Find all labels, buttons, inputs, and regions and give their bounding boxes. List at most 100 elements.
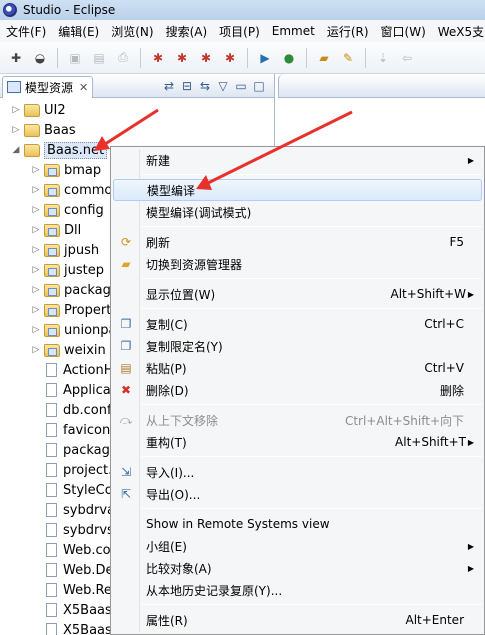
- tree-item-label: Propert: [64, 302, 112, 318]
- menu-item-delete[interactable]: ✖ 删除(D) 删除: [113, 379, 482, 401]
- menu-item[interactable]: WeX5支: [432, 23, 485, 40]
- folder-icon: [44, 203, 60, 217]
- toolbar-separator: [140, 47, 141, 68]
- menu-item[interactable]: Emmet: [266, 24, 321, 38]
- back-icon[interactable]: ⇦: [398, 49, 416, 67]
- menu-item-properties[interactable]: 属性(R) Alt+Enter: [113, 609, 482, 631]
- run-icon[interactable]: ◒: [31, 49, 49, 67]
- menu-item[interactable]: 窗口(W): [375, 23, 432, 40]
- menu-item-team[interactable]: 小组(E) ▶: [113, 535, 482, 557]
- tree-item-label: favicon.: [63, 422, 115, 438]
- menu-item-label: Show in Remote Systems view: [146, 517, 330, 531]
- remove-context-icon: ⤼: [119, 412, 133, 427]
- folder-icon: [44, 163, 60, 177]
- expand-arrow-icon[interactable]: ▷: [30, 225, 42, 235]
- expand-arrow-icon[interactable]: ▷: [30, 165, 42, 175]
- menu-item-compare-with[interactable]: 比较对象(A) ▶: [113, 557, 482, 579]
- menu-item-new[interactable]: 新建 ▶: [113, 149, 482, 171]
- menu-item-switch-to-explorer[interactable]: ▰ 切换到资源管理器: [113, 253, 482, 275]
- menu-item-show-in-remote-systems[interactable]: Show in Remote Systems view: [113, 513, 482, 535]
- menu-item-label: 刷新: [146, 235, 171, 250]
- menu-item-copy[interactable]: ❐ 复制(C) Ctrl+C: [113, 313, 482, 335]
- menu-item-label: 属性(R): [146, 613, 188, 628]
- tool-b-icon[interactable]: ✱: [173, 49, 191, 67]
- menu-item[interactable]: 项目(P): [213, 23, 266, 40]
- maximize-icon[interactable]: □: [250, 79, 268, 93]
- menu-separator: [142, 456, 482, 457]
- menu-item-label: 新建: [146, 153, 171, 168]
- open-folder-icon[interactable]: ▰: [315, 49, 333, 67]
- expand-arrow-icon[interactable]: ▷: [30, 305, 42, 315]
- menu-item-label: 从本地历史记录复原(Y)...: [146, 583, 283, 598]
- menu-item-label: 小组(E): [146, 539, 187, 554]
- menu-separator: [142, 604, 482, 605]
- menu-item[interactable]: 浏览(N): [105, 23, 159, 40]
- menu-item-model-compile[interactable]: 模型编译: [113, 179, 482, 201]
- menu-item-label: 粘贴(P): [146, 361, 187, 376]
- menu-item-import[interactable]: ⇲ 导入(I)...: [113, 461, 482, 483]
- menu-item-label: 复制(C): [146, 317, 188, 332]
- tool-a-icon[interactable]: ✱: [149, 49, 167, 67]
- menu-item-export[interactable]: ⇱ 导出(O)...: [113, 483, 482, 505]
- expand-arrow-icon[interactable]: ▷: [30, 185, 42, 195]
- collapse-arrow-icon[interactable]: ◢: [10, 145, 22, 155]
- new-icon[interactable]: ✚: [7, 49, 25, 67]
- tree-item-label: X5Baas: [63, 622, 112, 635]
- view-menu-icon[interactable]: ▽: [214, 79, 232, 93]
- debug-icon[interactable]: ●: [280, 49, 298, 67]
- file-icon: [46, 423, 57, 437]
- link-editor-icon[interactable]: ⇆: [196, 79, 214, 93]
- expand-arrow-icon[interactable]: ▷: [30, 285, 42, 295]
- main-toolbar: ✚ ◒ ▣ ▤ ⎙ ✱ ✱ ✱ ✱ ▶ ● ▰ ✎ ⇣ ⇦: [0, 42, 485, 74]
- menu-item-label: 删除(D): [146, 383, 189, 398]
- menu-item[interactable]: 编辑(E): [52, 23, 105, 40]
- menu-separator: [142, 404, 482, 405]
- toolbar-separator: [57, 47, 58, 68]
- expand-arrow-icon[interactable]: ▷: [10, 105, 22, 115]
- tree-item[interactable]: ▷ Baas: [0, 120, 275, 140]
- tree-item-label: StyleCo: [63, 482, 113, 498]
- file-icon: [46, 523, 57, 537]
- expand-arrow-icon[interactable]: ▷: [30, 205, 42, 215]
- expand-arrow-icon[interactable]: ▷: [10, 125, 22, 135]
- tool-c-icon[interactable]: ✱: [197, 49, 215, 67]
- expand-arrow-icon[interactable]: ▷: [30, 345, 42, 355]
- save-all-icon[interactable]: ▤: [90, 49, 108, 67]
- menu-item-restore-from-local-history[interactable]: 从本地历史记录复原(Y)...: [113, 579, 482, 601]
- expand-arrow-icon[interactable]: ▷: [30, 325, 42, 335]
- title-bar: Studio - Eclipse: [0, 0, 485, 20]
- print-icon[interactable]: ⎙: [114, 49, 132, 67]
- tab-label: 模型资源: [25, 80, 74, 95]
- tool-d-icon[interactable]: ✱: [221, 49, 239, 67]
- tree-item[interactable]: ▷ UI2: [0, 100, 275, 120]
- close-icon[interactable]: ✕: [79, 81, 88, 94]
- file-icon: [46, 543, 57, 557]
- menu-shortcut: Ctrl+Alt+Shift+向下: [344, 413, 464, 428]
- collapse-all-icon[interactable]: ⊟: [178, 79, 196, 93]
- tab-model-resource[interactable]: 模型资源 ✕: [2, 75, 94, 98]
- menu-item-show-in[interactable]: 显示位置(W) Alt+Shift+W ▶: [113, 283, 482, 305]
- nav-icon[interactable]: ⇣: [374, 49, 392, 67]
- sync-icon[interactable]: ⇄: [160, 79, 178, 93]
- minimize-icon[interactable]: ▭: [232, 79, 250, 93]
- menu-item[interactable]: 文件(F): [0, 23, 52, 40]
- menu-item-paste[interactable]: ▤ 粘贴(P) Ctrl+V: [113, 357, 482, 379]
- build-icon[interactable]: ✎: [339, 49, 357, 67]
- folder-icon: [24, 103, 40, 117]
- expand-arrow-icon[interactable]: ▷: [30, 245, 42, 255]
- folder-icon: [44, 243, 60, 257]
- menu-item-refresh[interactable]: ⟳ 刷新 F5: [113, 231, 482, 253]
- menu-item-copy-qualified-name[interactable]: ❐ 复制限定名(Y): [113, 335, 482, 357]
- save-icon[interactable]: ▣: [66, 49, 84, 67]
- expand-arrow-icon[interactable]: ▷: [30, 265, 42, 275]
- context-menu: 新建 ▶ 模型编译 模型编译(调试模式) ⟳ 刷新 F5 ▰ 切换到资源管理器 显示位置(W) Al…: [110, 146, 485, 635]
- play-icon[interactable]: ▶: [256, 49, 274, 67]
- toolbar-separator: [306, 47, 307, 68]
- menu-item[interactable]: 搜索(A): [160, 23, 214, 40]
- menu-item-refactor[interactable]: 重构(T) Alt+Shift+T ▶: [113, 431, 482, 453]
- menu-item[interactable]: 运行(R): [321, 23, 375, 40]
- menu-item-model-compile-debug[interactable]: 模型编译(调试模式): [113, 201, 482, 223]
- toolbar-separator: [365, 47, 366, 68]
- menu-item-label: 重构(T): [146, 435, 187, 450]
- tree-item-label: packag: [64, 282, 111, 298]
